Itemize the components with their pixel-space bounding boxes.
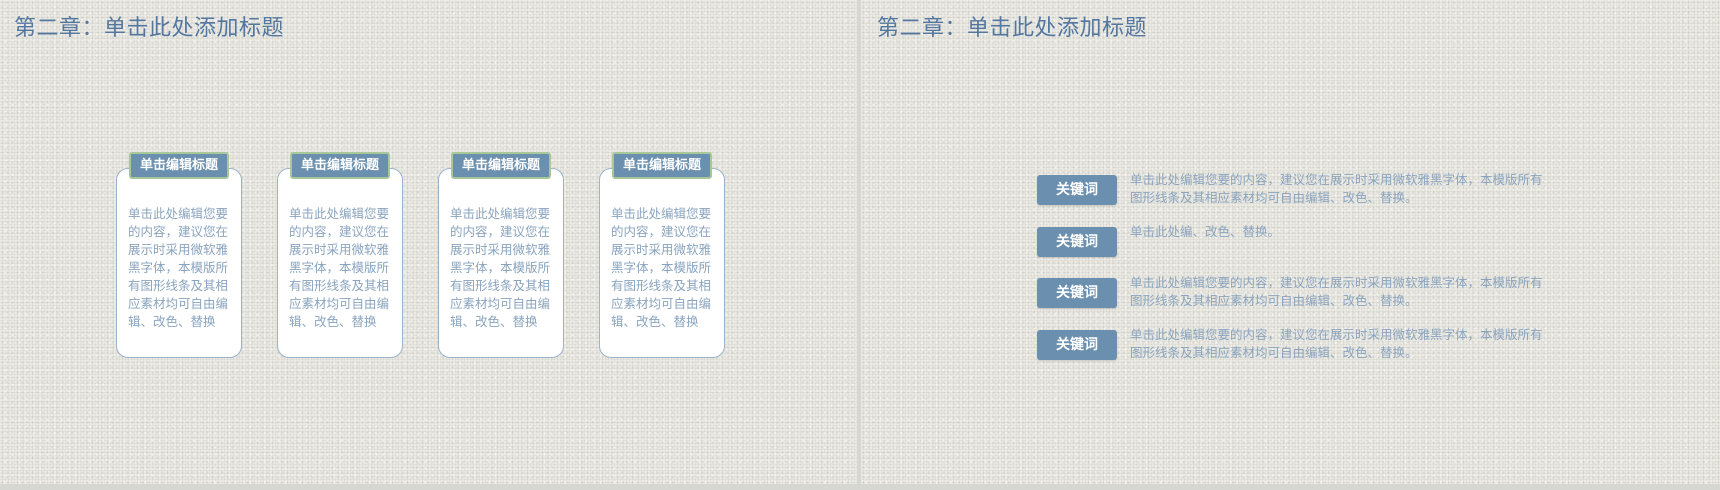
keyword-description-3[interactable]: 单击此处编辑您要的内容，建议您在展示时采用微软雅黑字体，本模版所有图形线条及其相…	[1130, 274, 1550, 310]
card-body[interactable]: 单击此处编辑您要的内容，建议您在展示时采用微软雅黑字体，本模版所有图形线条及其相…	[289, 205, 393, 331]
slide-left[interactable]: 第二章：单击此处添加标题 单击此处编辑您要的内容，建议您在展示时采用微软雅黑字体…	[0, 0, 857, 484]
slide-right[interactable]: 第二章：单击此处添加标题 关键词 单击此处编辑您要的内容，建议您在展示时采用微软…	[861, 0, 1720, 484]
card-header-4[interactable]: 单击编辑标题	[612, 152, 712, 179]
card-body[interactable]: 单击此处编辑您要的内容，建议您在展示时采用微软雅黑字体，本模版所有图形线条及其相…	[128, 205, 232, 331]
keyword-button-4[interactable]: 关键词	[1037, 330, 1117, 360]
card-1[interactable]: 单击此处编辑您要的内容，建议您在展示时采用微软雅黑字体，本模版所有图形线条及其相…	[116, 168, 242, 358]
keyword-description-4[interactable]: 单击此处编辑您要的内容，建议您在展示时采用微软雅黑字体，本模版所有图形线条及其相…	[1130, 326, 1550, 362]
keyword-button-2[interactable]: 关键词	[1037, 227, 1117, 257]
card-header-1[interactable]: 单击编辑标题	[129, 152, 229, 179]
keyword-description-2[interactable]: 单击此处编、改色、替换。	[1130, 223, 1550, 241]
card-4[interactable]: 单击此处编辑您要的内容，建议您在展示时采用微软雅黑字体，本模版所有图形线条及其相…	[599, 168, 725, 358]
card-body[interactable]: 单击此处编辑您要的内容，建议您在展示时采用微软雅黑字体，本模版所有图形线条及其相…	[611, 205, 715, 331]
card-2[interactable]: 单击此处编辑您要的内容，建议您在展示时采用微软雅黑字体，本模版所有图形线条及其相…	[277, 168, 403, 358]
card-header-2[interactable]: 单击编辑标题	[290, 152, 390, 179]
slide-title[interactable]: 第二章：单击此处添加标题	[14, 10, 284, 42]
card-header-3[interactable]: 单击编辑标题	[451, 152, 551, 179]
card-3[interactable]: 单击此处编辑您要的内容，建议您在展示时采用微软雅黑字体，本模版所有图形线条及其相…	[438, 168, 564, 358]
slide-title[interactable]: 第二章：单击此处添加标题	[877, 10, 1147, 42]
keyword-description-1[interactable]: 单击此处编辑您要的内容，建议您在展示时采用微软雅黑字体，本模版所有图形线条及其相…	[1130, 171, 1550, 207]
keyword-button-3[interactable]: 关键词	[1037, 278, 1117, 308]
keyword-button-1[interactable]: 关键词	[1037, 175, 1117, 205]
card-body[interactable]: 单击此处编辑您要的内容，建议您在展示时采用微软雅黑字体，本模版所有图形线条及其相…	[450, 205, 554, 331]
